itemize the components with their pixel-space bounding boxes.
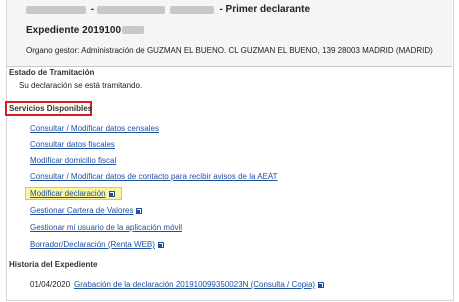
link-modificar-declaracion-label: Modificar declaración bbox=[30, 189, 106, 198]
external-link-icon bbox=[108, 190, 115, 197]
link-modificar-declaracion[interactable]: Modificar declaración bbox=[30, 189, 115, 198]
link-grabacion-label: Grabación de la declaración 201910099350… bbox=[74, 280, 316, 289]
declarant-title: - - Primer declarante bbox=[26, 4, 310, 15]
link-cartera-valores-label: Gestionar Cartera de Valores bbox=[30, 206, 134, 215]
redacted-name bbox=[26, 5, 86, 14]
servicios-title: Servicios Disponibles bbox=[9, 104, 93, 113]
link-datos-contacto[interactable]: Consultar / Modificar datos de contacto … bbox=[30, 172, 278, 181]
historia-title: Historia del Expediente bbox=[9, 260, 98, 269]
link-renta-web-label: Borrador/Declaración (Renta WEB) bbox=[30, 240, 155, 249]
link-renta-web[interactable]: Borrador/Declaración (Renta WEB) bbox=[30, 240, 164, 249]
expediente-number: Expediente 2019100 bbox=[26, 25, 145, 36]
estado-text: Su declaración se está tramitando. bbox=[19, 81, 143, 90]
historia-date: 01/04/2020 bbox=[30, 280, 71, 289]
external-link-icon bbox=[136, 207, 143, 214]
external-link-icon bbox=[157, 241, 164, 248]
redacted-name-3 bbox=[169, 5, 214, 14]
external-link-icon bbox=[318, 281, 325, 288]
redacted-name-2 bbox=[96, 5, 165, 14]
estado-title: Estado de Tramitación bbox=[9, 68, 95, 77]
link-datos-fiscales[interactable]: Consultar datos fiscales bbox=[30, 140, 115, 149]
link-domicilio-fiscal[interactable]: Modificar domicilio fiscal bbox=[30, 156, 116, 165]
link-usuario-movil[interactable]: Gestionar mi usuario de la aplicación mó… bbox=[30, 223, 182, 232]
link-grabacion-declaracion[interactable]: Grabación de la declaración 201910099350… bbox=[74, 280, 325, 289]
declarant-role-label: - Primer declarante bbox=[219, 4, 311, 15]
expediente-label: Expediente 2019100 bbox=[26, 25, 122, 36]
link-datos-censales[interactable]: Consultar / Modificar datos censales bbox=[30, 124, 159, 133]
link-cartera-valores[interactable]: Gestionar Cartera de Valores bbox=[30, 206, 143, 215]
declarant-role: - bbox=[90, 4, 97, 15]
organo-gestor: Organo gestor: Administración de GUZMAN … bbox=[26, 46, 433, 55]
redacted-expediente bbox=[122, 26, 145, 35]
